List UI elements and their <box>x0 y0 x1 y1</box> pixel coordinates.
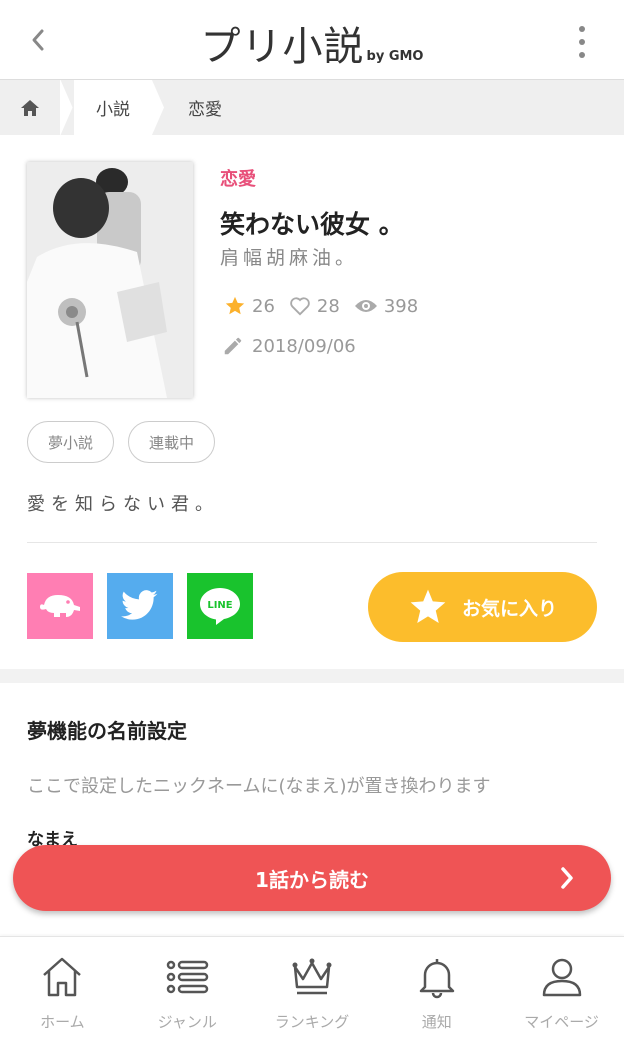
nav-ranking[interactable]: ランキング <box>250 937 375 1044</box>
tag-list: 夢小説 連載中 <box>27 421 229 463</box>
app-header: プリ小説 by GMO <box>0 0 624 80</box>
home-icon <box>43 957 82 997</box>
breadcrumb-item-romance[interactable]: 恋愛 <box>166 80 244 135</box>
book-info-section: 恋愛 笑わない彼女 。 肩幅胡麻油。 26 28 398 2018/09/06 … <box>0 135 624 669</box>
nav-mypage[interactable]: マイページ <box>499 937 624 1044</box>
list-icon <box>166 960 209 994</box>
nav-home-label: ホーム <box>40 1013 85 1031</box>
line-icon: LINE <box>200 588 240 625</box>
nav-ranking-label: ランキング <box>274 1013 350 1031</box>
book-cover-image[interactable] <box>27 162 193 398</box>
eye-icon <box>354 300 377 312</box>
tag-chip[interactable]: 連載中 <box>128 421 216 463</box>
update-date: 2018/09/06 <box>222 335 356 357</box>
breadcrumb-item-novel[interactable]: 小説 <box>74 80 152 135</box>
share-line-button[interactable]: LINE <box>187 573 253 639</box>
author-name[interactable]: 肩幅胡麻油。 <box>220 243 358 270</box>
bell-icon <box>419 959 455 999</box>
breadcrumb-separator <box>60 80 74 135</box>
star-count-value: 26 <box>252 295 275 317</box>
name-settings-title: 夢機能の名前設定 <box>27 719 187 743</box>
read-from-chapter-1-button[interactable]: 1話から読む <box>13 845 611 911</box>
line-icon-text: LINE <box>207 600 232 611</box>
crown-icon <box>292 958 332 995</box>
book-title: 笑わない彼女 。 <box>220 210 404 239</box>
nav-mypage-label: マイページ <box>524 1013 599 1031</box>
update-date-value: 2018/09/06 <box>252 335 356 357</box>
nav-genre-label: ジャンル <box>157 1013 217 1031</box>
nav-notification[interactable]: 通知 <box>374 937 499 1044</box>
book-description: 愛を知らない君。 <box>27 494 219 515</box>
user-icon <box>542 958 581 997</box>
logo-text: プリ小説 <box>200 24 365 70</box>
twitter-icon <box>121 590 158 620</box>
breadcrumb-home[interactable] <box>0 80 60 135</box>
divider <box>27 542 597 543</box>
bottom-navigation: ホーム ジャンル ランキング 通知 マイページ <box>0 936 624 1044</box>
view-count: 398 <box>354 296 418 317</box>
chevron-right-icon <box>561 867 573 889</box>
heart-icon <box>290 297 310 316</box>
genre-label[interactable]: 恋愛 <box>220 165 256 191</box>
breadcrumb-separator <box>152 80 166 135</box>
share-elephant-button[interactable] <box>27 573 93 639</box>
more-menu-button[interactable] <box>574 26 590 58</box>
dot <box>579 39 585 45</box>
elephant-icon <box>40 595 80 617</box>
read-button-label: 1話から読む <box>255 867 369 892</box>
home-icon <box>21 99 39 116</box>
dot <box>579 52 585 58</box>
name-settings-description: ここで設定したニックネームに(なまえ)が置き換わります <box>27 776 491 797</box>
like-count-value: 28 <box>316 295 340 317</box>
dot <box>579 26 585 32</box>
share-buttons: LINE <box>27 573 267 639</box>
like-count: 28 <box>289 296 340 317</box>
star-icon <box>225 296 245 315</box>
star-icon <box>410 589 446 624</box>
nav-notification-label: 通知 <box>421 1013 452 1031</box>
tag-chip[interactable]: 夢小説 <box>27 421 115 463</box>
view-count-value: 398 <box>383 295 419 317</box>
favorite-button[interactable]: お気に入り <box>368 572 597 642</box>
logo-sub-text: by GMO <box>366 49 424 64</box>
app-logo[interactable]: プリ小説 by GMO <box>0 14 624 72</box>
book-stats: 26 28 398 <box>224 295 432 317</box>
share-twitter-button[interactable] <box>107 573 173 639</box>
star-count: 26 <box>224 295 275 317</box>
section-gap <box>0 669 624 683</box>
breadcrumb: 小説 恋愛 <box>0 80 624 135</box>
nav-genre[interactable]: ジャンル <box>125 937 250 1044</box>
favorite-label: お気に入り <box>461 597 557 620</box>
nav-home[interactable]: ホーム <box>0 937 125 1044</box>
pencil-icon <box>224 337 242 355</box>
